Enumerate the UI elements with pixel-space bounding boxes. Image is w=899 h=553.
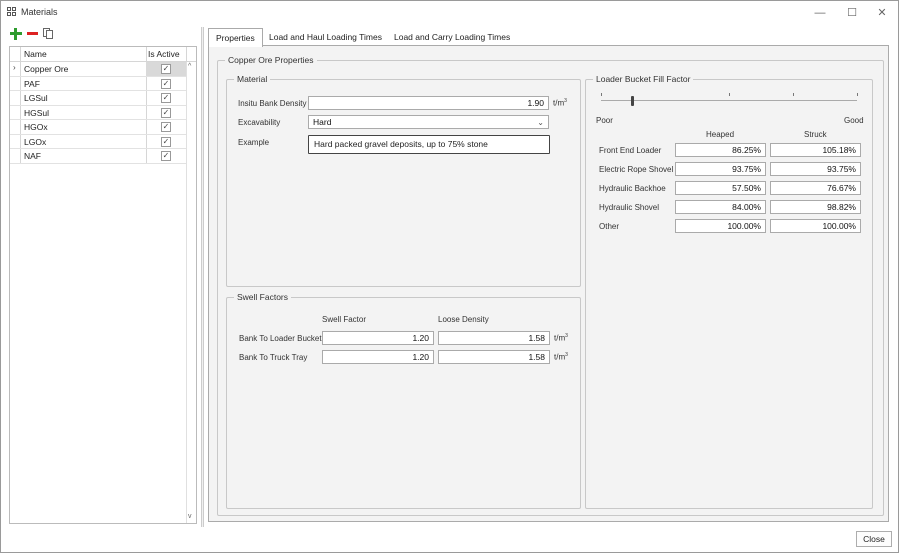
fill-row-label: Other <box>599 222 620 231</box>
material-group-title: Material <box>234 74 271 84</box>
material-name: NAF <box>24 151 41 161</box>
example-text: Hard packed gravel deposits, up to 75% s… <box>308 135 550 154</box>
swell-factors-group: Swell Factors Swell Factor Loose Density… <box>226 292 581 509</box>
chevron-down-icon: ⌄ <box>537 118 544 127</box>
is-active-checkbox[interactable]: ✓ <box>161 93 171 103</box>
struck-input[interactable]: 100.00% <box>770 219 861 233</box>
row-indicator-icon: › <box>13 63 16 72</box>
tab-load-and-carry[interactable]: Load and Carry Loading Times <box>387 28 517 46</box>
swell-factor-input[interactable]: 1.20 <box>322 331 434 345</box>
struck-header: Struck <box>804 130 827 139</box>
insitu-density-unit: t/m3 <box>553 98 567 108</box>
insitu-density-label: Insitu Bank Density <box>238 99 307 108</box>
swell-group-title: Swell Factors <box>234 292 292 302</box>
swell-unit: t/m3 <box>554 333 568 343</box>
swell-row-label: Bank To Loader Bucket <box>239 334 322 343</box>
table-row[interactable]: NAF ✓ <box>10 149 186 164</box>
title-bar: Materials — ☐ ✕ <box>1 1 898 25</box>
swell-factor-input[interactable]: 1.20 <box>322 350 434 364</box>
window-title: Materials <box>21 7 58 17</box>
excavability-value: Hard <box>313 117 332 127</box>
heaped-input[interactable]: 84.00% <box>675 200 766 214</box>
is-active-checkbox[interactable]: ✓ <box>161 107 171 118</box>
fill-row-label: Electric Rope Shovel <box>599 165 674 174</box>
struck-input[interactable]: 98.82% <box>770 200 861 214</box>
is-active-checkbox[interactable]: ✓ <box>161 136 171 147</box>
table-row[interactable]: HGOx ✓ <box>10 120 186 135</box>
excavability-label: Excavability <box>238 118 281 127</box>
heaped-input[interactable]: 100.00% <box>675 219 766 233</box>
struck-input[interactable]: 93.75% <box>770 162 861 176</box>
material-name: HGOx <box>24 122 48 132</box>
loose-density-input[interactable]: 1.58 <box>438 331 550 345</box>
material-name: LGOx <box>24 136 47 147</box>
close-window-button[interactable]: ✕ <box>873 5 891 21</box>
scroll-up-icon[interactable]: ^ <box>188 63 191 70</box>
properties-group-title: Copper Ore Properties <box>225 55 317 65</box>
loose-density-header: Loose Density <box>438 315 489 324</box>
struck-input[interactable]: 105.18% <box>770 143 861 157</box>
material-name: Copper Ore <box>24 64 69 74</box>
table-row[interactable]: › Copper Ore ✓ <box>10 62 186 77</box>
maximize-button[interactable]: ☐ <box>843 5 861 21</box>
grid-scrollbar[interactable]: ^ v <box>186 62 196 523</box>
close-button[interactable]: Close <box>856 531 892 547</box>
material-name: PAF <box>24 78 40 89</box>
struck-input[interactable]: 76.67% <box>770 181 861 195</box>
table-row[interactable]: HGSul ✓ <box>10 106 186 120</box>
material-group: Material Insitu Bank Density 1.90 t/m3 E… <box>226 74 581 287</box>
properties-panel: Copper Ore Properties Material Insitu Ba… <box>208 45 889 522</box>
minus-icon[interactable] <box>27 28 39 40</box>
insitu-density-input[interactable]: 1.90 <box>308 96 549 110</box>
materials-window: Materials — ☐ ✕ Name Is Active › Copper … <box>0 0 899 553</box>
column-name-header[interactable]: Name <box>24 49 47 59</box>
tab-properties[interactable]: Properties <box>208 28 263 47</box>
is-active-checkbox[interactable]: ✓ <box>161 122 171 132</box>
loose-density-input[interactable]: 1.58 <box>438 350 550 364</box>
swell-factor-header: Swell Factor <box>322 315 367 324</box>
fill-row-label: Front End Loader <box>599 146 662 155</box>
copper-ore-properties-group: Copper Ore Properties Material Insitu Ba… <box>217 55 884 516</box>
is-active-checkbox[interactable]: ✓ <box>161 64 171 74</box>
is-active-checkbox[interactable]: ✓ <box>161 151 171 161</box>
grid-app-icon <box>7 7 17 17</box>
materials-grid: Name Is Active › Copper Ore ✓ PAF ✓ LGSu… <box>9 46 197 524</box>
copy-icon[interactable] <box>43 28 55 40</box>
example-label: Example <box>238 138 270 147</box>
tab-load-and-haul[interactable]: Load and Haul Loading Times <box>262 28 389 46</box>
material-name: HGSul <box>24 107 50 118</box>
heaped-input[interactable]: 93.75% <box>675 162 766 176</box>
heaped-input[interactable]: 57.50% <box>675 181 766 195</box>
good-label: Good <box>844 116 864 125</box>
heaped-header: Heaped <box>706 130 735 139</box>
slider-thumb[interactable] <box>630 96 634 106</box>
fill-row-label: Hydraulic Backhoe <box>599 184 666 193</box>
material-name: LGSul <box>24 93 48 103</box>
table-row[interactable]: LGOx ✓ <box>10 135 186 149</box>
heaped-input[interactable]: 86.25% <box>675 143 766 157</box>
excavability-select[interactable]: Hard ⌄ <box>308 115 549 129</box>
scroll-down-icon[interactable]: v <box>188 513 192 520</box>
grid-header: Name Is Active <box>10 47 196 62</box>
table-row[interactable]: LGSul ✓ <box>10 91 186 106</box>
is-active-checkbox[interactable]: ✓ <box>161 78 171 89</box>
panel-splitter[interactable] <box>201 27 204 527</box>
plus-icon[interactable] <box>10 28 22 40</box>
swell-row-label: Bank To Truck Tray <box>239 353 308 362</box>
swell-unit: t/m3 <box>554 352 568 362</box>
poor-label: Poor <box>596 116 613 125</box>
fill-factor-group: Loader Bucket Fill Factor Poor Good Heap… <box>585 74 873 509</box>
column-active-header[interactable]: Is Active <box>148 49 180 59</box>
minimize-button[interactable]: — <box>811 5 829 21</box>
fill-factor-title: Loader Bucket Fill Factor <box>593 74 694 84</box>
fill-row-label: Hydraulic Shovel <box>599 203 660 212</box>
table-row[interactable]: PAF ✓ <box>10 77 186 91</box>
